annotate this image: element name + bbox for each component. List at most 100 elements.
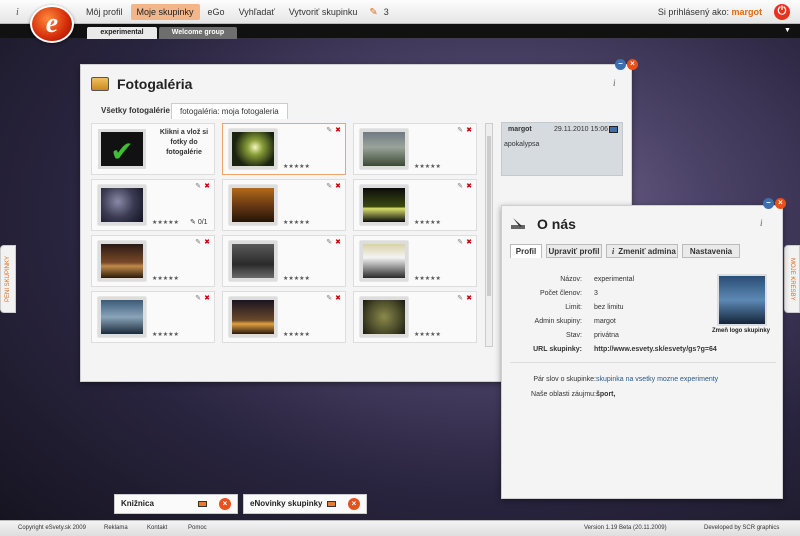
rating-stars[interactable]: ★★★★★ (414, 219, 441, 226)
photo-thumbnail[interactable] (360, 129, 408, 169)
delete-icon[interactable]: ✖ (335, 239, 341, 246)
expand-icon[interactable] (327, 501, 336, 507)
photo-thumbnail[interactable] (98, 185, 146, 225)
rating-stars[interactable]: ★★★★★ (283, 331, 310, 338)
photo-thumbnail[interactable] (98, 241, 146, 281)
right-side-tab[interactable]: MOJE KRESBY (784, 245, 800, 313)
delete-icon[interactable]: ✖ (335, 295, 341, 302)
edit-icon[interactable]: ✎ (326, 239, 332, 246)
rating-stars[interactable]: ★★★★★ (283, 275, 310, 282)
photo-cell[interactable]: ✎ ✖ ★★★★★ (353, 291, 477, 343)
rating-stars[interactable]: ★★★★★ (152, 219, 179, 226)
edit-icon[interactable]: ✎ (195, 295, 201, 302)
close-icon[interactable]: × (775, 198, 786, 209)
edit-icon[interactable]: ✎ (195, 183, 201, 190)
delete-icon[interactable]: ✖ (466, 127, 472, 134)
delete-icon[interactable]: ✖ (335, 183, 341, 190)
photo-cell[interactable]: ✎ ✖ ★★★★★ ✎ 0/1 (91, 179, 215, 231)
footer-link-reklama[interactable]: Reklama (104, 525, 128, 531)
interests-value[interactable]: šport, (596, 391, 615, 398)
photo-cell[interactable]: ✎ ✖ ★★★★★ (91, 291, 215, 343)
tab-all-galleries[interactable]: Všetky fotogalérie (93, 103, 178, 119)
delete-icon[interactable]: ✖ (204, 183, 210, 190)
photo-cell[interactable]: ✎ ✖ ★★★★★ (222, 291, 346, 343)
scrollbar-thumb[interactable] (487, 136, 491, 296)
photo-thumbnail[interactable] (98, 297, 146, 337)
tab-group-experimental[interactable]: experimental (87, 27, 157, 39)
esvety-logo[interactable]: e (30, 5, 74, 43)
photo-thumbnail[interactable] (229, 241, 277, 281)
change-logo-link[interactable]: Zmeň logo skupinky (712, 328, 770, 334)
photo-cell[interactable]: ✎ ✖ ★★★★★ (353, 123, 477, 175)
photo-thumbnail[interactable] (229, 297, 277, 337)
tab-my-gallery[interactable]: fotogaléria: moja fotogaleria (171, 103, 288, 119)
delete-icon[interactable]: ✖ (466, 183, 472, 190)
footer-link-pomoc[interactable]: Pomoc (188, 525, 207, 531)
delete-icon[interactable]: ✖ (466, 239, 472, 246)
info-icon[interactable]: i (613, 78, 616, 88)
delete-icon[interactable]: ✖ (204, 239, 210, 246)
nav-my-groups[interactable]: Moje skupinky (130, 4, 200, 20)
nav-ego[interactable]: eGo (202, 4, 231, 20)
minimize-icon[interactable]: – (615, 59, 626, 70)
rating-stars[interactable]: ★★★★★ (152, 275, 179, 282)
rating-stars[interactable]: ★★★★★ (414, 163, 441, 170)
tab-settings[interactable]: Nastavenia (682, 244, 740, 258)
minimize-icon[interactable]: – (763, 198, 774, 209)
field-value[interactable]: margot (594, 318, 616, 325)
close-icon[interactable]: × (627, 59, 638, 70)
photo-cell[interactable]: ✎ ✖ ★★★★★ (353, 179, 477, 231)
upload-cell[interactable]: ✔ Klikni a vlož si fotky do fotogalérie (91, 123, 215, 175)
tab-change-admin[interactable]: i Zmeniť admina (606, 244, 678, 258)
group-logo[interactable] (717, 274, 767, 326)
photo-cell[interactable]: ✎ ✖ ★★★★★ (222, 179, 346, 231)
message-icon[interactable] (609, 126, 618, 133)
edit-icon[interactable]: ✎ (457, 183, 463, 190)
photo-cell[interactable]: ✎ ✖ ★★★★★ (222, 123, 346, 175)
rating-stars[interactable]: ★★★★★ (414, 275, 441, 282)
tab-dropdown-icon[interactable]: ▼ (784, 27, 791, 34)
close-icon[interactable]: × (219, 498, 231, 510)
photo-cell[interactable]: ✎ ✖ ★★★★★ (222, 235, 346, 287)
photo-thumbnail[interactable] (360, 185, 408, 225)
rating-stars[interactable]: ★★★★★ (414, 331, 441, 338)
nav-search[interactable]: Vyhľadať (233, 4, 281, 20)
edit-icon[interactable]: ✎ (326, 295, 332, 302)
expand-icon[interactable] (198, 501, 207, 507)
delete-icon[interactable]: ✖ (466, 295, 472, 302)
close-icon[interactable]: × (348, 498, 360, 510)
photo-thumbnail[interactable] (229, 129, 277, 169)
photo-thumbnail[interactable] (229, 185, 277, 225)
gallery-scrollbar[interactable] (485, 123, 493, 347)
notification-icon[interactable]: ✎ (369, 7, 377, 18)
tab-group-welcome[interactable]: Welcome group (159, 27, 237, 39)
photo-cell[interactable]: ✎ ✖ ★★★★★ (353, 235, 477, 287)
edit-icon[interactable]: ✎ (457, 127, 463, 134)
left-side-tab[interactable]: PENI SKUPINKY (0, 245, 16, 313)
edit-icon[interactable]: ✎ (457, 239, 463, 246)
footer-link-kontakt[interactable]: Kontakt (147, 525, 167, 531)
tab-edit-profile[interactable]: Upraviť profil (546, 244, 602, 258)
tab-profil[interactable]: Profil (510, 244, 542, 258)
rating-stars[interactable]: ★★★★★ (152, 331, 179, 338)
info-icon[interactable]: i (16, 7, 19, 18)
knizica-panel[interactable]: Knižnica × (114, 494, 238, 514)
comment-user[interactable]: margot (508, 126, 532, 133)
delete-icon[interactable]: ✖ (204, 295, 210, 302)
info-icon[interactable]: i (760, 218, 763, 228)
edit-icon[interactable]: ✎ (326, 183, 332, 190)
edit-icon[interactable]: ✎ (326, 127, 332, 134)
photo-cell[interactable]: ✎ ✖ ★★★★★ (91, 235, 215, 287)
enovinky-panel[interactable]: eNovinky skupinky × (243, 494, 367, 514)
photo-thumbnail[interactable] (360, 241, 408, 281)
delete-icon[interactable]: ✖ (335, 127, 341, 134)
logout-power-icon[interactable]: ⏻ (774, 4, 790, 20)
username[interactable]: margot (731, 7, 762, 17)
edit-icon[interactable]: ✎ (457, 295, 463, 302)
rating-stars[interactable]: ★★★★★ (283, 219, 310, 226)
photo-thumbnail[interactable] (360, 297, 408, 337)
group-url[interactable]: http://www.esvety.sk/esvety/gs?g=64 (594, 346, 717, 353)
rating-stars[interactable]: ★★★★★ (283, 163, 310, 170)
nav-create-group[interactable]: Vytvoriť skupinku (283, 4, 364, 20)
edit-icon[interactable]: ✎ (195, 239, 201, 246)
